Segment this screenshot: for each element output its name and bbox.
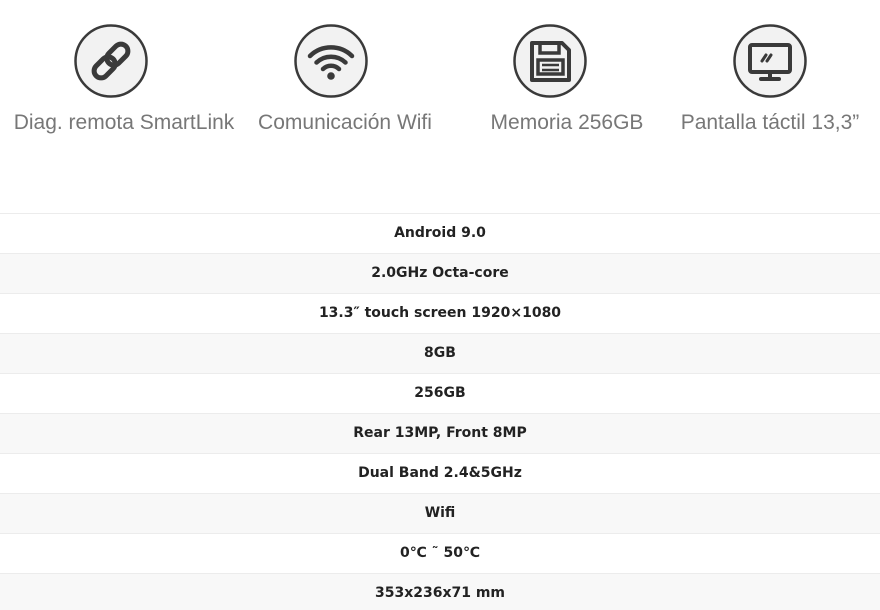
link-icon — [74, 24, 148, 98]
feature-highlights: Diag. remota SmartLink Comunicación Wifi… — [0, 0, 880, 160]
monitor-icon — [733, 24, 807, 98]
feature-label-touchscreen: Pantalla táctil 13,3” — [680, 111, 860, 134]
feature-label-wifi: Comunicación Wifi — [258, 111, 432, 134]
spec-row-connectivity: Wifi — [0, 494, 880, 534]
spec-row-temperature: 0℃ ˜ 50℃ — [0, 534, 880, 574]
wifi-icon — [294, 24, 368, 98]
spec-row-wifi-band: Dual Band 2.4&5GHz — [0, 454, 880, 494]
feature-label-smartlink: Diag. remota SmartLink — [13, 111, 235, 134]
save-disk-icon — [513, 24, 587, 98]
spec-row-dimensions: 353x236x71 mm — [0, 574, 880, 610]
feature-label-memory: Memoria 256GB — [490, 111, 644, 134]
spec-row-camera: Rear 13MP, Front 8MP — [0, 414, 880, 454]
spec-row-storage: 256GB — [0, 374, 880, 414]
spec-row-screen: 13.3″ touch screen 1920×1080 — [0, 294, 880, 334]
spec-row-os: Android 9.0 — [0, 214, 880, 254]
spec-row-cpu: 2.0GHz Octa-core — [0, 254, 880, 294]
spec-table: Android 9.0 2.0GHz Octa-core 13.3″ touch… — [0, 213, 880, 610]
spec-row-ram: 8GB — [0, 334, 880, 374]
